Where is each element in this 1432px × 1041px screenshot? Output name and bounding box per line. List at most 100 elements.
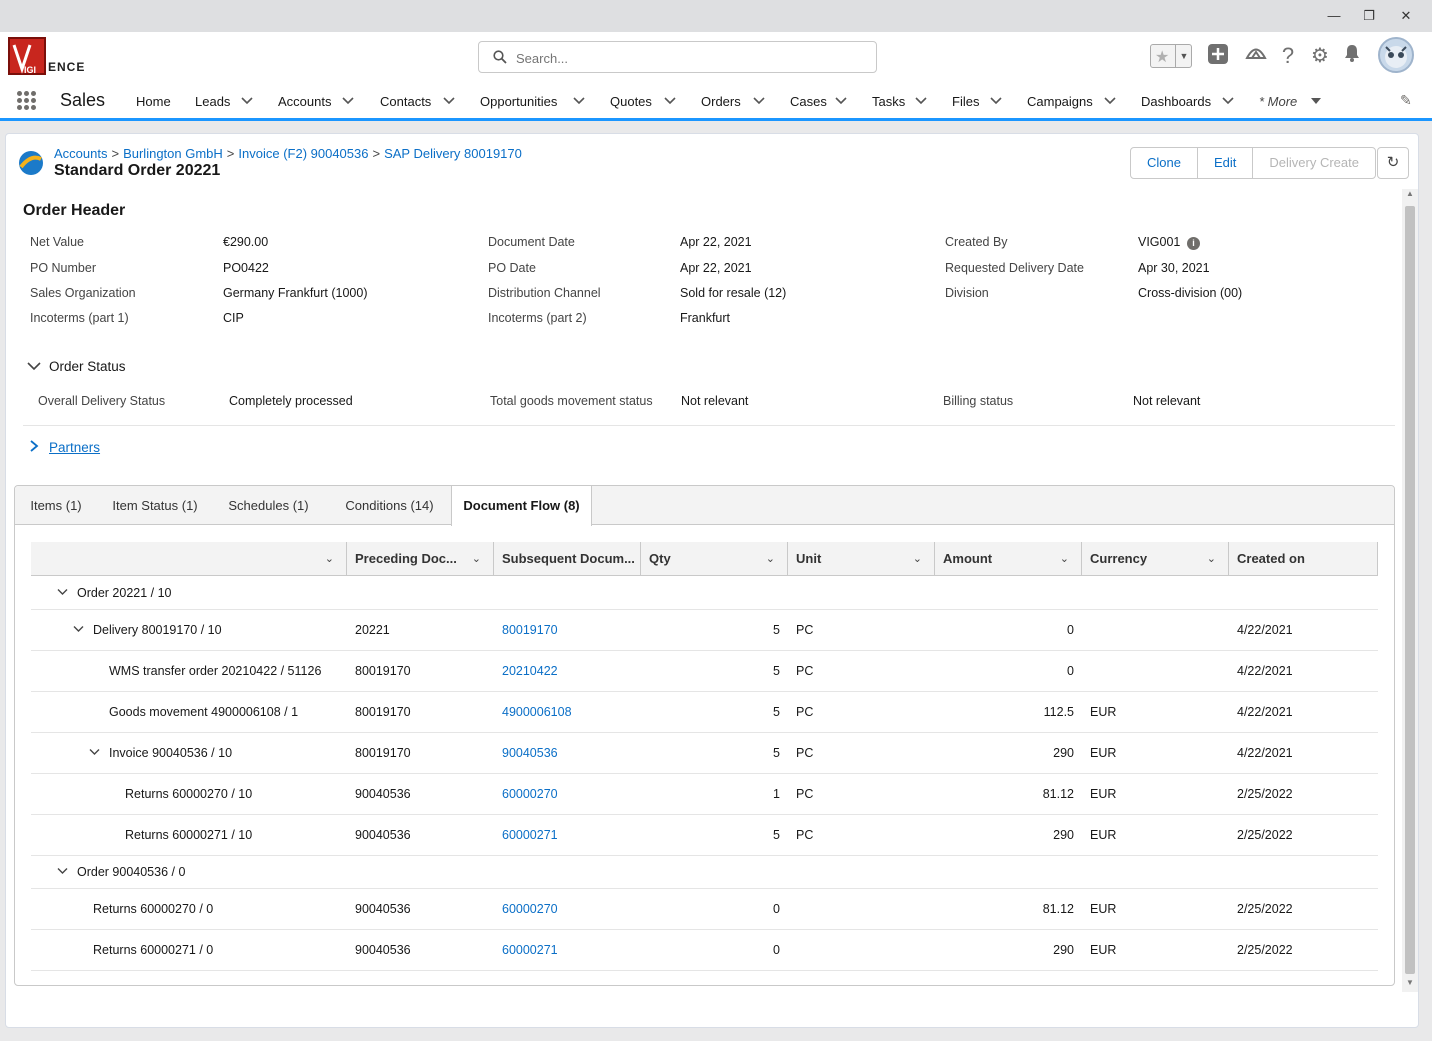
tree-group-row[interactable]: Order 90040536 / 0 bbox=[31, 856, 1378, 889]
field-value: Frankfurt bbox=[680, 311, 731, 325]
tab-schedules[interactable]: Schedules (1) bbox=[220, 486, 317, 525]
chevron-down-icon[interactable]: ⌄ bbox=[913, 542, 922, 576]
global-search[interactable] bbox=[478, 41, 877, 73]
chevron-down-icon[interactable]: ▼ bbox=[1175, 45, 1192, 67]
chevron-down-icon[interactable] bbox=[443, 96, 455, 106]
cell-subsequent-doc[interactable]: 4900006108 bbox=[502, 705, 572, 719]
nav-item-contacts[interactable]: Contacts bbox=[380, 94, 431, 109]
chevron-down-icon[interactable] bbox=[241, 96, 253, 106]
chevron-down-icon[interactable] bbox=[573, 96, 585, 106]
scroll-up-icon[interactable]: ▲ bbox=[1406, 189, 1414, 198]
table-row[interactable]: Delivery 80019170 / 10 20221 80019170 5 PC 0 4… bbox=[31, 610, 1378, 651]
nav-item-quotes[interactable]: Quotes bbox=[610, 94, 652, 109]
cell-subsequent-doc[interactable]: 60000270 bbox=[502, 902, 558, 916]
refresh-icon[interactable]: ↻ bbox=[1377, 147, 1409, 179]
scrollbar-thumb[interactable] bbox=[1405, 206, 1415, 974]
cell-subsequent-doc[interactable]: 20210422 bbox=[502, 664, 558, 678]
chevron-down-icon[interactable] bbox=[73, 625, 84, 636]
edit-nav-icon[interactable]: ✎ bbox=[1400, 92, 1412, 109]
breadcrumb-account[interactable]: Burlington GmbH bbox=[123, 146, 223, 161]
global-actions-icon[interactable] bbox=[1205, 43, 1231, 69]
column-header-name[interactable]: ⌄ bbox=[31, 542, 347, 576]
table-row[interactable]: Returns 60000270 / 0 90040536 60000270 0 81.… bbox=[31, 889, 1378, 930]
nav-item-home[interactable]: Home bbox=[136, 94, 171, 109]
breadcrumb-separator: > bbox=[226, 146, 235, 161]
nav-item-opportunities[interactable]: Opportunities bbox=[480, 94, 557, 109]
chevron-down-icon[interactable] bbox=[1222, 96, 1234, 106]
tab-items[interactable]: Items (1) bbox=[15, 486, 97, 525]
favorites-button[interactable]: ★ ▼ bbox=[1150, 44, 1192, 68]
nav-item-more[interactable]: * More bbox=[1259, 94, 1297, 109]
column-header-qty[interactable]: Qty ⌄ bbox=[641, 542, 788, 576]
scroll-down-icon[interactable]: ▼ bbox=[1406, 978, 1414, 987]
nav-item-accounts[interactable]: Accounts bbox=[278, 94, 331, 109]
tab-item-status[interactable]: Item Status (1) bbox=[105, 486, 205, 525]
chevron-down-icon[interactable] bbox=[990, 96, 1002, 106]
delivery-create-button[interactable]: Delivery Create bbox=[1253, 148, 1375, 178]
nav-item-orders[interactable]: Orders bbox=[701, 94, 741, 109]
column-header-currency[interactable]: Currency ⌄ bbox=[1082, 542, 1229, 576]
nav-item-tasks[interactable]: Tasks bbox=[872, 94, 905, 109]
column-header-unit[interactable]: Unit ⌄ bbox=[788, 542, 935, 576]
tab-document-flow[interactable]: Document Flow (8) bbox=[451, 486, 592, 526]
trailhead-icon[interactable] bbox=[1243, 43, 1269, 69]
chevron-down-icon[interactable]: ⌄ bbox=[472, 542, 481, 576]
cell-subsequent-doc[interactable]: 60000270 bbox=[502, 787, 558, 801]
minimize-button[interactable]: — bbox=[1320, 6, 1348, 26]
partners-toggle[interactable]: Partners bbox=[27, 440, 100, 455]
nav-item-cases[interactable]: Cases bbox=[790, 94, 827, 109]
table-row[interactable]: Invoice 90040536 / 10 80019170 90040536 5 PC… bbox=[31, 733, 1378, 774]
table-row[interactable]: Goods movement 4900006108 / 1 80019170 490… bbox=[31, 692, 1378, 733]
column-header-preceding[interactable]: Preceding Doc... ⌄ bbox=[347, 542, 494, 576]
table-row[interactable]: Returns 60000271 / 0 90040536 60000271 0 290… bbox=[31, 930, 1378, 971]
chevron-down-icon[interactable]: ⌄ bbox=[766, 542, 775, 576]
caret-down-icon[interactable] bbox=[1310, 96, 1322, 106]
help-icon[interactable]: ? bbox=[1275, 43, 1301, 69]
chevron-down-icon[interactable]: ⌄ bbox=[1060, 542, 1069, 576]
tree-group-row[interactable]: Order 20221 / 10 bbox=[31, 577, 1378, 610]
chevron-down-icon[interactable] bbox=[89, 748, 100, 759]
nav-item-campaigns[interactable]: Campaigns bbox=[1027, 94, 1093, 109]
order-status-toggle[interactable]: Order Status bbox=[27, 359, 126, 374]
scrollbar[interactable]: ▲ ▼ bbox=[1402, 189, 1418, 992]
chevron-down-icon[interactable]: ⌄ bbox=[325, 542, 334, 576]
nav-item-leads[interactable]: Leads bbox=[195, 94, 230, 109]
info-icon[interactable]: i bbox=[1187, 237, 1200, 250]
gear-icon[interactable]: ⚙ bbox=[1307, 43, 1333, 69]
table-row[interactable]: WMS transfer order 20210422 / 51126 80019… bbox=[31, 651, 1378, 692]
chevron-down-icon[interactable] bbox=[57, 588, 68, 599]
breadcrumb-accounts[interactable]: Accounts bbox=[54, 146, 107, 161]
page-title: Standard Order 20221 bbox=[54, 162, 221, 179]
breadcrumb-delivery[interactable]: SAP Delivery 80019170 bbox=[384, 146, 522, 161]
cell-subsequent-doc[interactable]: 60000271 bbox=[502, 828, 558, 842]
nav-item-files[interactable]: Files bbox=[952, 94, 979, 109]
chevron-down-icon[interactable] bbox=[753, 96, 765, 106]
cell-subsequent-doc[interactable]: 80019170 bbox=[502, 623, 558, 637]
chevron-down-icon[interactable] bbox=[835, 96, 847, 106]
chevron-down-icon[interactable]: ⌄ bbox=[1207, 542, 1216, 576]
close-button[interactable]: ✕ bbox=[1392, 6, 1420, 26]
column-header-created-on[interactable]: Created on bbox=[1229, 542, 1378, 576]
cell-subsequent-doc[interactable]: 90040536 bbox=[502, 746, 558, 760]
chevron-down-icon[interactable] bbox=[664, 96, 676, 106]
clone-button[interactable]: Clone bbox=[1131, 148, 1198, 178]
chevron-down-icon[interactable] bbox=[342, 96, 354, 106]
bell-icon[interactable] bbox=[1339, 43, 1365, 69]
partners-link[interactable]: Partners bbox=[49, 440, 100, 455]
restore-button[interactable]: ❐ bbox=[1355, 6, 1383, 26]
chevron-down-icon[interactable] bbox=[1104, 96, 1116, 106]
nav-item-dashboards[interactable]: Dashboards bbox=[1141, 94, 1211, 109]
breadcrumb-invoice[interactable]: Invoice (F2) 90040536 bbox=[238, 146, 368, 161]
tab-conditions[interactable]: Conditions (14) bbox=[332, 486, 447, 525]
column-header-amount[interactable]: Amount ⌄ bbox=[935, 542, 1082, 576]
table-row[interactable]: Returns 60000270 / 10 90040536 60000270 1 PC… bbox=[31, 774, 1378, 815]
search-input[interactable] bbox=[516, 48, 856, 68]
chevron-down-icon[interactable] bbox=[915, 96, 927, 106]
cell-subsequent-doc[interactable]: 60000271 bbox=[502, 943, 558, 957]
chevron-down-icon[interactable] bbox=[57, 867, 68, 878]
table-row[interactable]: Returns 60000271 / 10 90040536 60000271 5 PC… bbox=[31, 815, 1378, 856]
column-header-subsequent[interactable]: Subsequent Docum... bbox=[494, 542, 641, 576]
app-launcher-icon[interactable] bbox=[17, 91, 37, 111]
avatar[interactable] bbox=[1378, 37, 1414, 73]
edit-button[interactable]: Edit bbox=[1198, 148, 1254, 178]
